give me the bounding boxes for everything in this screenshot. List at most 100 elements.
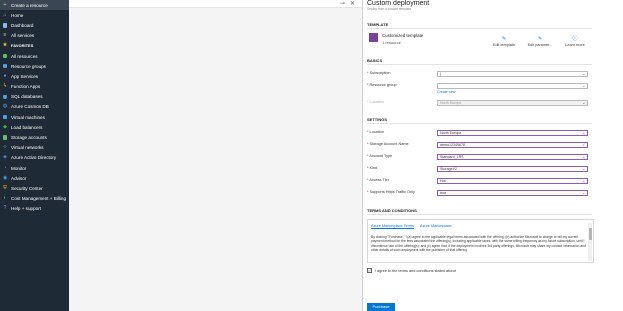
- https-only-label: * Supports Https Traffic Only: [367, 190, 415, 194]
- sidebar-item-label: Advisor: [11, 175, 27, 181]
- blade-subtitle: Deploy from a custom template: [367, 7, 412, 11]
- sidebar-item-security-center[interactable]: ⛨ Security Center: [0, 183, 69, 193]
- access-tier-dropdown[interactable]: Hot ⌄: [437, 178, 588, 184]
- learn-more-button[interactable]: ⓘ Learn more: [562, 36, 588, 47]
- network-icon: ‹›: [3, 144, 7, 151]
- create-new-link[interactable]: Create new: [437, 90, 455, 94]
- sidebar-item-label: Storage accounts: [11, 135, 47, 141]
- sidebar-item-sql-databases[interactable]: SQL databases: [0, 92, 69, 102]
- tab-marketplace-terms[interactable]: Azure Marketplace Terms: [371, 224, 414, 229]
- help-icon: ?: [3, 205, 7, 212]
- template-section-heading: TEMPLATE: [367, 22, 389, 27]
- sidebar-item-help-support[interactable]: ? Help + support: [0, 204, 69, 214]
- terms-panel: Azure Marketplace Terms Azure Marketplac…: [367, 219, 594, 263]
- sidebar-item-storage-accounts[interactable]: Storage accounts: [0, 132, 69, 142]
- storage-account-name-label-text: Storage Account Name: [369, 142, 409, 146]
- sidebar-item-virtual-networks[interactable]: ‹› Virtual networks: [0, 143, 69, 153]
- sidebar-item-label: Dashboard: [11, 22, 34, 28]
- sidebar-section-favorites: ★ FAVORITES: [0, 41, 69, 51]
- bolt-icon: ϟ: [3, 83, 7, 90]
- sidebar-item-app-services[interactable]: ● App Services: [0, 71, 69, 81]
- chevron-down-icon: ⌄: [582, 190, 586, 195]
- basics-section-heading: BASICS: [367, 58, 383, 63]
- resource-group-label-text: Resource group: [369, 83, 397, 87]
- cube-icon: [2, 63, 8, 69]
- subscription-value: (: [440, 72, 442, 76]
- kind-label-text: Kind: [369, 166, 378, 170]
- kind-value: StorageV2: [440, 167, 457, 171]
- account-type-label: * Account Type: [367, 154, 393, 158]
- sidebar-item-dashboard[interactable]: Dashboard: [0, 20, 69, 30]
- sidebar-item-label: Create a resource: [11, 2, 48, 8]
- basics-location-value: North Europe: [440, 101, 462, 105]
- close-icon[interactable]: ✕: [350, 0, 355, 7]
- sidebar-item-label: Resource groups: [11, 63, 46, 69]
- blade-title: Custom deployment: [367, 0, 430, 7]
- sidebar-item-load-balancers[interactable]: ◆ Load balancers: [0, 122, 69, 132]
- sidebar-item-virtual-machines[interactable]: Virtual machines: [0, 112, 69, 122]
- scrollbar-thumb[interactable]: [588, 228, 592, 240]
- location-dropdown[interactable]: North Europe ⌄: [437, 130, 588, 136]
- tab-marketplace[interactable]: Azure Marketplace: [420, 224, 452, 229]
- access-tier-value: Hot: [440, 179, 446, 183]
- subscription-label: * Subscription: [367, 71, 391, 75]
- list-icon: ≡: [3, 32, 7, 39]
- agree-checkbox[interactable]: ✓: [367, 268, 372, 273]
- sidebar-item-label: Virtual networks: [11, 145, 44, 151]
- chevron-down-icon: ⌄: [582, 100, 586, 105]
- sidebar-item-advisor[interactable]: ◉ Advisor: [0, 173, 69, 183]
- pencil-icon: ✎: [501, 36, 507, 42]
- terms-section-heading: TERMS AND CONDITIONS: [367, 208, 417, 213]
- diamond-icon: ◆: [3, 123, 7, 130]
- directory-icon: ◈: [3, 154, 7, 161]
- storage-icon: [2, 135, 8, 141]
- basics-location-dropdown[interactable]: North Europe ⌄: [437, 100, 588, 106]
- sidebar-item-monitor[interactable]: ◔ Monitor: [0, 163, 69, 173]
- sidebar-item-function-apps[interactable]: ϟ Function Apps: [0, 82, 69, 92]
- chevron-down-icon: ⌄: [582, 178, 586, 183]
- basics-location-label: * Location: [367, 100, 384, 104]
- agree-label: I agree to the terms and conditions stat…: [375, 268, 457, 273]
- account-type-dropdown[interactable]: Standard_LRS ⌄: [437, 154, 588, 160]
- portal-sidebar: + Create a resource ⌂ Home Dashboard ≡ A…: [0, 0, 69, 311]
- terms-scrollbar[interactable]: [588, 223, 592, 261]
- sidebar-item-label: Cost Management + Billing: [11, 196, 67, 202]
- resource-group-dropdown[interactable]: ⌄: [437, 83, 588, 89]
- sidebar-item-all-services[interactable]: ≡ All services: [0, 31, 69, 41]
- monitor-icon: [2, 114, 8, 120]
- sidebar-item-create-a-resource[interactable]: + Create a resource: [0, 0, 69, 11]
- storage-account-name-value: demo12345678: [440, 143, 465, 147]
- chevron-down-icon: ⌄: [582, 130, 586, 135]
- location-label: * Location: [367, 130, 384, 134]
- basics-location-label-text: Location: [369, 100, 384, 104]
- sidebar-item-cost-management-billing[interactable]: ◐ Cost Management + Billing: [0, 194, 69, 204]
- storage-account-name-input[interactable]: demo12345678 ✓: [437, 142, 588, 148]
- location-label-text: Location: [369, 130, 384, 134]
- billing-icon: ◐: [3, 195, 7, 202]
- https-only-dropdown[interactable]: true ⌄: [437, 190, 588, 196]
- sidebar-item-azure-cosmos-db[interactable]: ◍ Azure Cosmos DB: [0, 102, 69, 112]
- sidebar-item-home[interactable]: ⌂ Home: [0, 10, 69, 20]
- sidebar-item-azure-active-directory[interactable]: ◈ Azure Active Directory: [0, 153, 69, 163]
- sidebar-section-label: FAVORITES: [11, 43, 34, 49]
- background-panel: [69, 0, 362, 311]
- sidebar-item-label: All resources: [11, 53, 38, 59]
- subscription-dropdown[interactable]: (⌄: [437, 71, 588, 77]
- advisor-icon: ◉: [2, 174, 8, 181]
- pin-icon[interactable]: ⊸: [340, 0, 345, 7]
- kind-dropdown[interactable]: StorageV2 ⌄: [437, 166, 588, 172]
- account-type-label-text: Account Type: [369, 154, 393, 158]
- account-type-value: Standard_LRS: [440, 155, 464, 159]
- edit-template-button[interactable]: ✎ Edit template: [491, 36, 517, 47]
- sidebar-item-resource-groups[interactable]: Resource groups: [0, 61, 69, 71]
- location-value: North Europe: [440, 131, 462, 135]
- divider: [367, 123, 592, 124]
- plus-icon: +: [3, 1, 7, 8]
- resource-group-label: * Resource group: [367, 83, 397, 87]
- chevron-down-icon: ⌄: [582, 71, 586, 76]
- sidebar-item-all-resources[interactable]: All resources: [0, 51, 69, 61]
- database-icon: [2, 94, 8, 100]
- sidebar-item-label: All services: [11, 33, 35, 39]
- purchase-button[interactable]: Purchase: [367, 303, 395, 311]
- edit-parameters-button[interactable]: ✎ Edit paramet...: [527, 36, 553, 47]
